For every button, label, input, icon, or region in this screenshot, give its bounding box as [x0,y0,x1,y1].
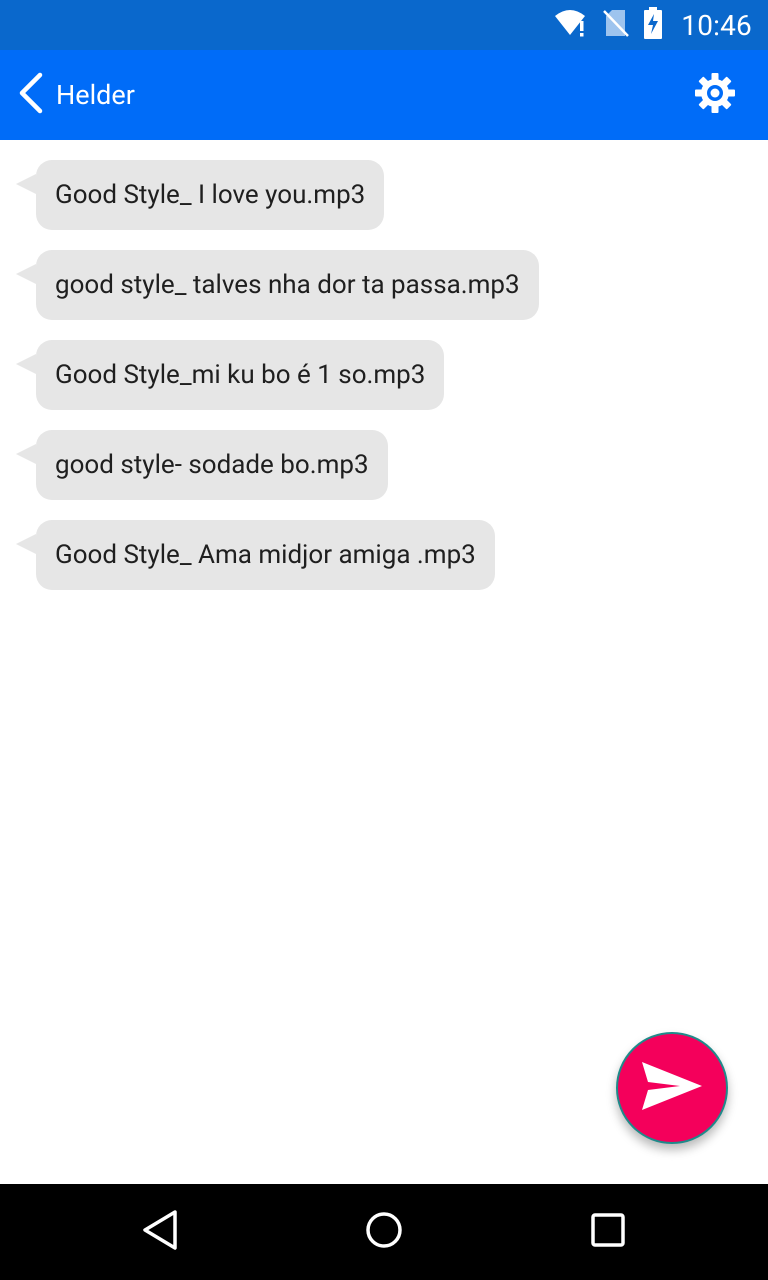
message-bubble[interactable]: good style_ talves nha dor ta passa.mp3 [36,250,539,320]
bubble-tail [16,534,36,554]
app-bar: Helder [0,50,768,140]
battery-charging-icon [643,7,663,43]
message-item: Good Style_ I love you.mp3 [16,160,385,230]
bubble-tail [16,354,36,374]
message-item: Good Style_mi ku bo é 1 so.mp3 [16,340,445,410]
message-bubble[interactable]: Good Style_ Ama midjor amiga .mp3 [36,520,495,590]
wifi-alert-icon [553,8,589,42]
gear-icon [694,72,736,118]
no-sim-icon [603,8,630,42]
message-item: good style- sodade bo.mp3 [16,430,388,500]
status-time: 10:46 [681,8,752,42]
status-icons: 10:46 [553,0,752,50]
nav-recents-button[interactable] [560,1184,656,1280]
recents-square-icon [590,1212,626,1252]
send-icon [640,1060,704,1116]
message-list: Good Style_ I love you.mp3 good style_ t… [0,140,768,1184]
send-button[interactable] [616,1032,728,1144]
message-bubble[interactable]: good style- sodade bo.mp3 [36,430,388,500]
back-triangle-icon [140,1209,180,1255]
bubble-tail [16,264,36,284]
settings-button[interactable] [692,72,738,118]
message-bubble[interactable]: Good Style_mi ku bo é 1 so.mp3 [36,340,445,410]
page-title: Helder [56,79,135,111]
status-bar: 10:46 [0,0,768,50]
bubble-tail [16,174,36,194]
nav-home-button[interactable] [336,1184,432,1280]
home-circle-icon [364,1210,404,1254]
back-button[interactable] [12,72,48,118]
message-item: good style_ talves nha dor ta passa.mp3 [16,250,539,320]
nav-back-button[interactable] [112,1184,208,1280]
chevron-left-icon [16,72,44,118]
navigation-bar [0,1184,768,1280]
message-bubble[interactable]: Good Style_ I love you.mp3 [36,160,385,230]
bubble-tail [16,444,36,464]
message-item: Good Style_ Ama midjor amiga .mp3 [16,520,495,590]
